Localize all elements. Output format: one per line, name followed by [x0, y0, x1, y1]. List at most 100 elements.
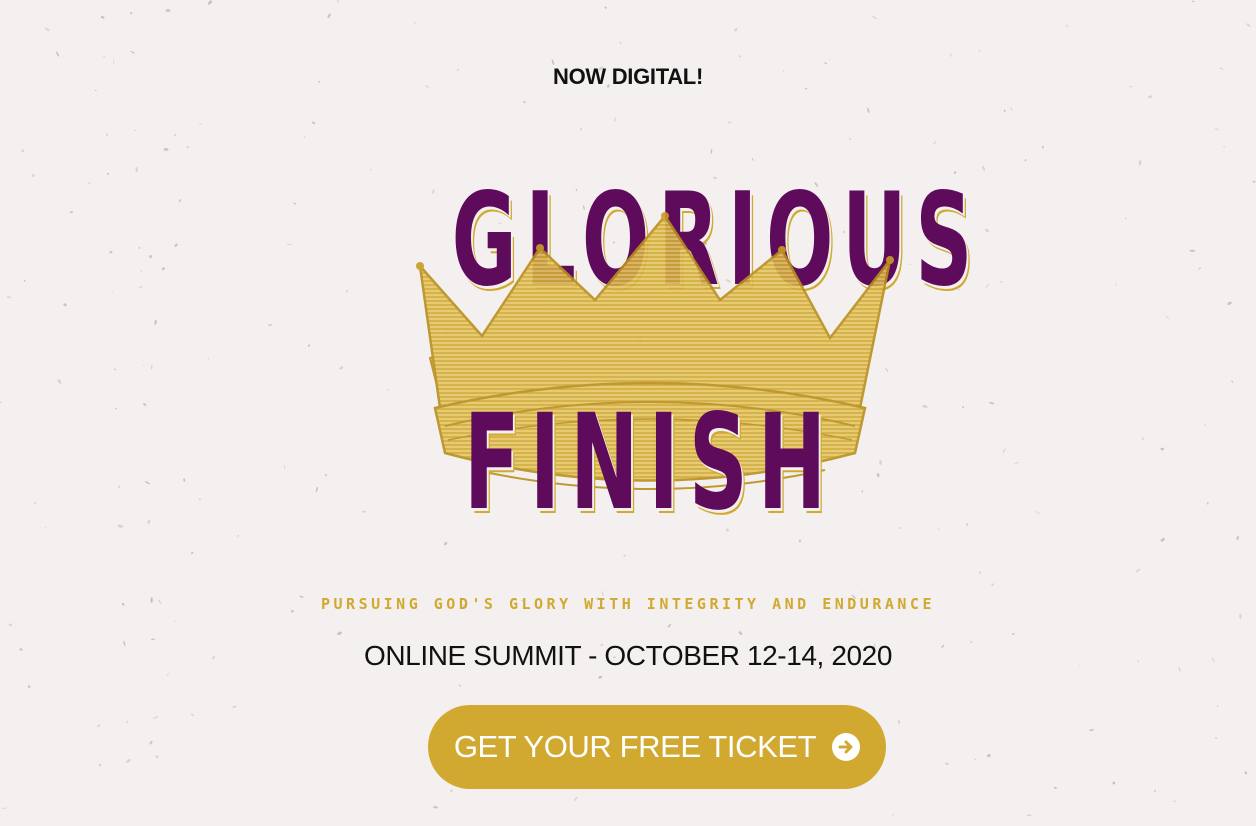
speckle: [107, 172, 110, 175]
speckle: [268, 323, 273, 327]
speckle: [1002, 448, 1006, 454]
speckle: [130, 12, 133, 15]
speckle: [2, 807, 7, 809]
speckle: [1003, 109, 1006, 112]
speckle: [1160, 447, 1165, 451]
speckle: [1236, 536, 1239, 541]
speckle: [1112, 781, 1116, 785]
speckle: [855, 583, 857, 585]
speckle: [945, 762, 949, 766]
speckle: [174, 243, 178, 248]
speckle: [100, 15, 105, 19]
speckle: [138, 286, 143, 289]
speckle: [891, 812, 894, 817]
speckle: [1114, 283, 1117, 286]
speckle: [117, 524, 124, 528]
speckle: [236, 535, 240, 537]
speckle: [1223, 146, 1225, 148]
speckle: [523, 101, 526, 104]
speckle: [166, 672, 169, 677]
speckle: [183, 478, 186, 482]
speckle: [1231, 380, 1234, 383]
speckle: [165, 9, 171, 12]
speckle: [174, 620, 177, 622]
speckle: [727, 121, 732, 124]
speckle: [1207, 501, 1209, 505]
speckle: [614, 117, 616, 122]
speckle: [1135, 568, 1141, 573]
speckle: [149, 740, 153, 745]
speckle: [987, 754, 991, 758]
speckle: [433, 806, 439, 809]
speckle: [1125, 217, 1127, 220]
speckle: [734, 28, 738, 32]
glorious-finish-logo: GLORIOUS FINISH: [330, 160, 972, 560]
speckle: [44, 527, 47, 529]
speckle: [1191, 0, 1195, 3]
speckle: [191, 713, 194, 717]
speckle: [111, 290, 113, 293]
speckle: [113, 368, 117, 371]
speckle: [1165, 314, 1169, 320]
speckle: [1014, 461, 1020, 465]
get-free-ticket-button[interactable]: GET YOUR FREE TICKET: [428, 705, 886, 789]
speckle: [97, 724, 101, 728]
speckle: [161, 267, 165, 271]
speckle: [174, 134, 176, 136]
speckle: [303, 136, 306, 139]
speckle: [1012, 633, 1015, 635]
speckle: [106, 132, 108, 137]
speckle: [1024, 159, 1027, 162]
speckle: [1227, 301, 1232, 305]
speckle: [186, 146, 189, 148]
speckle: [88, 182, 91, 185]
speckle: [31, 174, 35, 177]
speckle: [1053, 786, 1057, 789]
speckle: [118, 485, 120, 489]
speckle: [985, 283, 990, 288]
speckle: [849, 138, 852, 141]
speckle: [1239, 613, 1242, 620]
speckle: [23, 279, 26, 282]
speckle: [598, 675, 603, 679]
speckle: [126, 758, 131, 763]
speckle: [1204, 424, 1206, 426]
speckle: [63, 303, 67, 307]
speckle: [1035, 510, 1040, 515]
speckle: [933, 140, 937, 145]
speckle: [8, 623, 13, 626]
speckle: [989, 401, 995, 405]
cta-label: GET YOUR FREE TICKET: [453, 729, 817, 764]
speckle: [153, 716, 159, 719]
speckle: [199, 123, 202, 125]
speckle: [1138, 160, 1142, 166]
speckle: [130, 51, 135, 54]
speckle: [1026, 814, 1032, 817]
speckle: [163, 148, 169, 151]
speckle: [144, 481, 151, 485]
speckle: [109, 250, 113, 254]
speckle: [1041, 145, 1044, 149]
speckle: [710, 148, 713, 154]
speckle: [867, 107, 870, 114]
speckle: [978, 50, 981, 52]
speckle: [135, 167, 138, 173]
speckle: [738, 631, 743, 635]
speckle: [458, 684, 462, 687]
speckle: [1215, 127, 1219, 131]
speckle: [667, 624, 671, 628]
speckle: [1216, 704, 1219, 707]
speckle: [1252, 180, 1256, 183]
speckle: [21, 149, 25, 153]
speckle: [1246, 23, 1251, 27]
speckle: [286, 244, 292, 245]
speckle: [293, 202, 297, 205]
speckle: [950, 53, 952, 57]
speckle: [44, 27, 50, 32]
speckle: [150, 364, 153, 370]
speckle: [208, 357, 210, 360]
speckle: [147, 519, 151, 524]
speckle: [143, 402, 147, 407]
speckle: [1089, 729, 1094, 732]
speckle: [450, 789, 453, 793]
